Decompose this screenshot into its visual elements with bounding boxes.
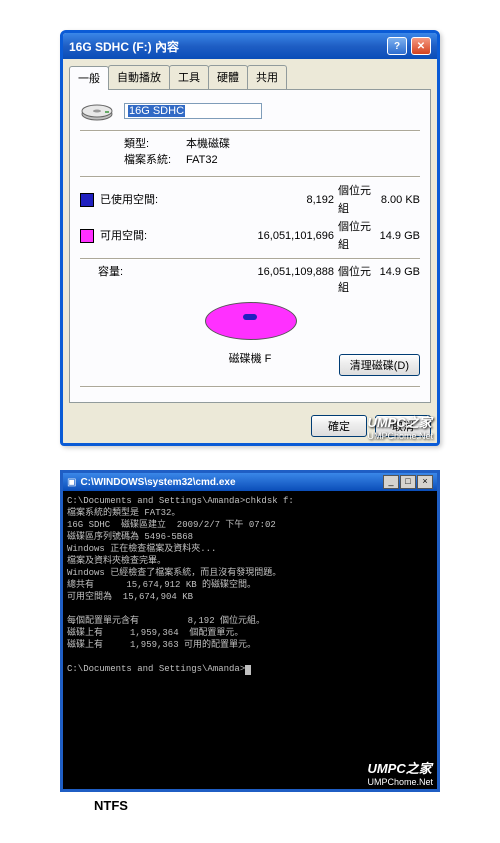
tab-sharing[interactable]: 共用 [247, 65, 287, 89]
type-label: 類型: [124, 136, 174, 152]
tab-general[interactable]: 一般 [69, 66, 109, 90]
capacity-bytes: 16,051,109,888 [158, 264, 338, 296]
free-swatch [80, 229, 94, 243]
tab-panel-general: 16G SDHC 類型: 本機磁碟 檔案系統: FAT32 已使用空間: 8,192… [69, 89, 431, 403]
tab-tools[interactable]: 工具 [169, 65, 209, 89]
space-table: 已使用空間: 8,192 個位元組 8.00 KB 可用空間: 16,051,1… [80, 182, 420, 254]
ok-button[interactable]: 確定 [311, 415, 367, 437]
watermark: UMPC之家UMPChome.Net [367, 412, 433, 441]
ntfs-label: NTFS [94, 798, 440, 813]
filesystem-label: 檔案系統: [124, 152, 174, 168]
used-bytes: 8,192 [160, 191, 338, 209]
used-label: 已使用空間: [100, 191, 160, 209]
tabs: 一般 自動播放 工具 硬體 共用 [63, 59, 437, 89]
capacity-human: 14.9 GB [372, 264, 420, 296]
type-value: 本機磁碟 [186, 136, 230, 152]
disk-cleanup-button[interactable]: 清理磁碟(D) [339, 354, 420, 376]
properties-dialog: 16G SDHC (F:) 內容 ? ✕ 一般 自動播放 工具 硬體 共用 16… [60, 30, 440, 446]
tab-autoplay[interactable]: 自動播放 [108, 65, 170, 89]
dialog-title: 16G SDHC (F:) 內容 [69, 38, 383, 55]
dialog-titlebar[interactable]: 16G SDHC (F:) 內容 ? ✕ [63, 33, 437, 59]
used-human: 8.00 KB [372, 191, 420, 209]
cmd-maximize-button[interactable]: □ [400, 475, 416, 489]
cmd-close-button[interactable]: × [417, 475, 433, 489]
tab-hardware[interactable]: 硬體 [208, 65, 248, 89]
free-bytes: 16,051,101,696 [160, 227, 338, 245]
volume-label-input[interactable]: 16G SDHC [124, 103, 262, 119]
cmd-minimize-button[interactable]: _ [383, 475, 399, 489]
cmd-title: C:\WINDOWS\system32\cmd.exe [80, 477, 379, 488]
cmd-output[interactable]: C:\Documents and Settings\Amanda>chkdsk … [63, 491, 437, 789]
watermark: UMPC之家UMPChome.Net [367, 758, 433, 787]
used-swatch [80, 193, 94, 207]
free-human: 14.9 GB [372, 227, 420, 245]
free-label: 可用空間: [100, 227, 160, 245]
filesystem-value: FAT32 [186, 152, 218, 168]
close-button[interactable]: ✕ [411, 37, 431, 55]
drive-icon [80, 100, 114, 122]
drive-meta: 類型: 本機磁碟 檔案系統: FAT32 [124, 136, 420, 168]
cmd-titlebar[interactable]: ▣ C:\WINDOWS\system32\cmd.exe _ □ × [63, 473, 437, 491]
capacity-label: 容量: [98, 264, 158, 296]
help-button[interactable]: ? [387, 37, 407, 55]
cmd-window: ▣ C:\WINDOWS\system32\cmd.exe _ □ × C:\D… [60, 470, 440, 792]
cmd-icon: ▣ [67, 477, 76, 488]
